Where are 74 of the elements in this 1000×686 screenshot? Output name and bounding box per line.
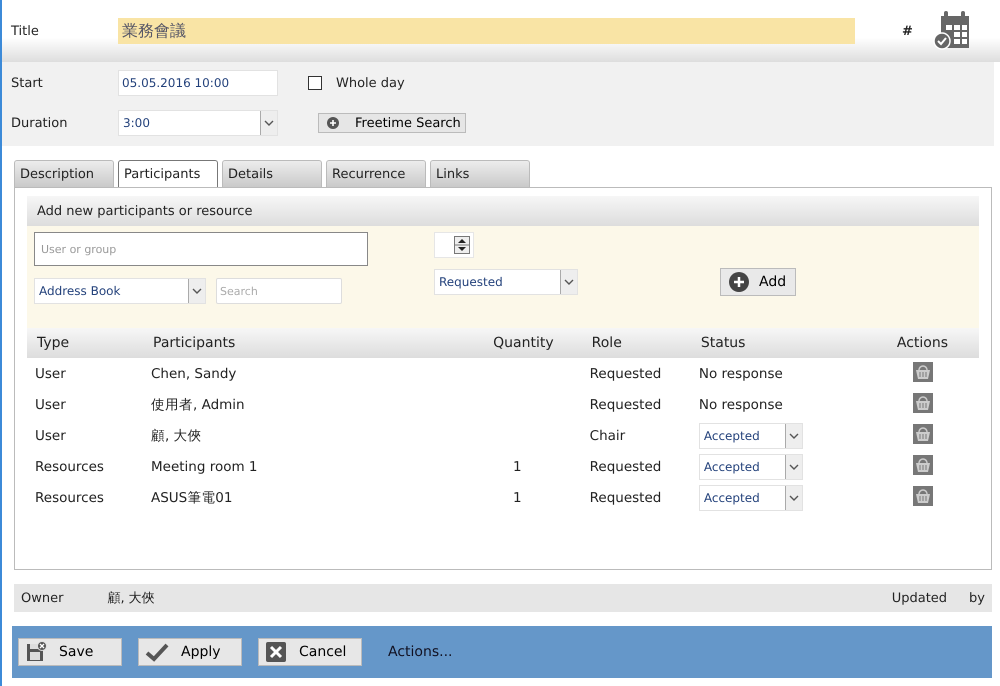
- table-cell-text: User: [34, 396, 67, 414]
- status-dropdown[interactable]: Accepted: [698, 484, 803, 510]
- start-field[interactable]: 05.05.2016 10:00: [118, 70, 278, 96]
- trash-icon[interactable]: [913, 454, 933, 474]
- caret-icon: [564, 278, 574, 286]
- column-header: Participants: [143, 328, 459, 358]
- tab[interactable]: Participants: [118, 160, 218, 187]
- table-cell-text: Requested: [588, 458, 662, 476]
- table-cell-text: 使用者, Admin: [150, 396, 246, 414]
- table-cell: Requested: [582, 358, 691, 389]
- table-cell: No response: [698, 396, 783, 412]
- plus-circle-icon: [327, 117, 339, 129]
- checkmark-icon: [145, 642, 169, 662]
- table-cell-text: ASUS筆電01: [150, 488, 234, 508]
- column-header: Actions: [886, 328, 979, 358]
- role-dropdown[interactable]: Requested: [434, 269, 578, 295]
- table-cell: User: [27, 358, 143, 389]
- caret-icon: [788, 462, 799, 470]
- table-cell: No response: [698, 366, 783, 382]
- trash-icon[interactable]: [913, 486, 933, 506]
- title-label: Title: [11, 24, 40, 38]
- caret-icon: [192, 287, 202, 295]
- table-cell-text: User: [34, 426, 67, 446]
- column-header: Status: [690, 328, 887, 358]
- table-cell-text: Resources: [34, 458, 105, 476]
- table-cell-text: Meeting room 1: [150, 458, 259, 476]
- save-button[interactable]: Save: [18, 638, 122, 666]
- table-cell-text: 顧, 大俠: [150, 426, 203, 446]
- status-dropdown[interactable]: Accepted: [698, 454, 803, 480]
- column-header: Quantity: [459, 328, 582, 358]
- updated-label: Updated: [892, 590, 948, 606]
- column-header: Role: [582, 328, 691, 358]
- tab[interactable]: Details: [222, 160, 322, 187]
- freetime-search-button[interactable]: Freetime Search: [318, 113, 466, 133]
- status-dropdown[interactable]: Accepted: [698, 422, 803, 448]
- title-field[interactable]: 業務會議: [118, 18, 855, 44]
- cancel-button[interactable]: Cancel: [258, 638, 362, 666]
- table-cell-text: 1: [512, 458, 523, 476]
- duration-label: Duration: [11, 116, 68, 130]
- apply-button[interactable]: Apply: [138, 638, 242, 666]
- actions-link[interactable]: Actions...: [388, 644, 452, 660]
- duration-dropdown[interactable]: 3:00: [118, 110, 278, 136]
- owner-value: 顧, 大俠: [107, 590, 156, 607]
- add-button[interactable]: Add: [720, 268, 796, 296]
- start-label: Start: [11, 76, 44, 90]
- table-cell: Chen, Sandy: [143, 358, 459, 389]
- address-book-dropdown[interactable]: Address Book: [34, 278, 206, 304]
- plus-circle-icon: [729, 272, 749, 292]
- close-icon: [265, 641, 287, 663]
- floppy-disk-icon: [25, 641, 47, 663]
- owner-label: Owner: [21, 590, 64, 606]
- tab[interactable]: Description: [14, 160, 114, 187]
- hash-label: #: [902, 24, 913, 38]
- caret-icon: [264, 119, 274, 127]
- trash-icon[interactable]: [913, 362, 933, 382]
- tab[interactable]: Links: [430, 160, 530, 187]
- calendar-check-icon[interactable]: [932, 11, 971, 51]
- caret-icon: [788, 494, 799, 502]
- section-header: Add new participants or resource: [27, 196, 979, 226]
- table-cell-text: Requested: [588, 396, 662, 414]
- whole-day-checkbox[interactable]: [308, 76, 322, 90]
- tab[interactable]: Recurrence: [326, 160, 426, 187]
- whole-day-label: Whole day: [336, 76, 405, 90]
- table-cell-text: Resources: [34, 488, 105, 508]
- by-label: by: [969, 590, 985, 606]
- column-header: Type: [27, 328, 143, 358]
- quantity-spinner[interactable]: [434, 232, 474, 258]
- trash-icon[interactable]: [913, 424, 933, 444]
- table-cell-text: Chair: [588, 426, 626, 446]
- trash-icon[interactable]: [913, 392, 933, 412]
- caret-icon: [788, 432, 799, 440]
- table-cell-text: 1: [512, 488, 523, 508]
- spinner-arrows-icon: [454, 236, 470, 254]
- table-cell-text: Requested: [588, 488, 662, 508]
